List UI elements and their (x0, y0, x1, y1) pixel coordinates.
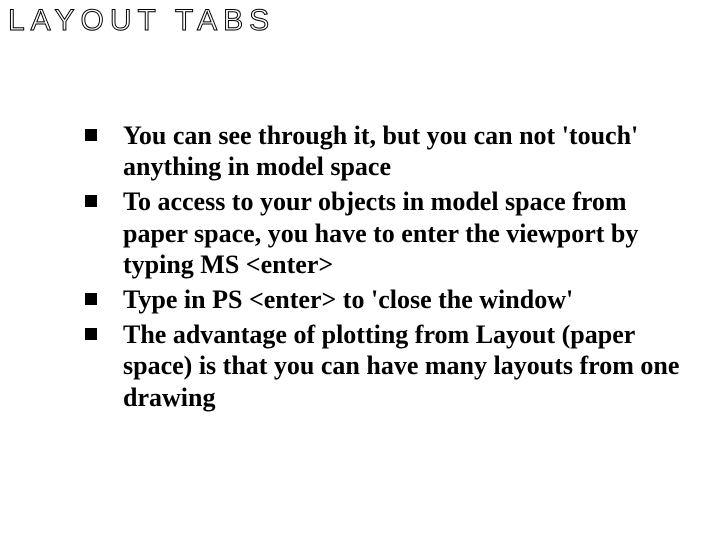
list-item: You can see through it, but you can not … (75, 120, 690, 182)
list-item: To access to your objects in model space… (75, 186, 690, 280)
list-item: Type in PS <enter> to 'close the window' (75, 284, 690, 315)
slide-title: LAYOUT TABS (8, 4, 275, 38)
slide: LAYOUT TABS You can see through it, but … (0, 0, 720, 540)
slide-content: You can see through it, but you can not … (75, 120, 690, 417)
list-item: The advantage of plotting from Layout (p… (75, 319, 690, 413)
bullet-list: You can see through it, but you can not … (75, 120, 690, 413)
